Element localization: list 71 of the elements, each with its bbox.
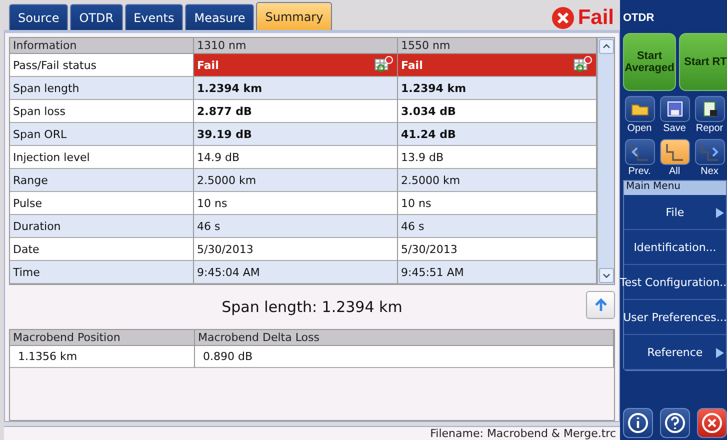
table-cell: 46 s <box>398 215 597 238</box>
start-button[interactable]: Start Averaged <box>623 33 676 91</box>
close-icon <box>701 412 723 434</box>
table-cell: Span length <box>10 77 194 100</box>
tab[interactable]: Measure <box>185 4 254 30</box>
table-cell: 2.877 dB <box>194 100 398 123</box>
table-cell: 0.890 dB <box>195 346 614 368</box>
table-cell: 2.5000 km <box>194 169 398 192</box>
span-length-heading: Span length: 1.2394 km <box>222 298 402 316</box>
table-cell: Fail <box>398 54 597 77</box>
close-button[interactable] <box>697 408 727 438</box>
info-icon <box>627 412 649 434</box>
table-cell: Duration <box>10 215 194 238</box>
up-arrow-icon <box>594 298 608 312</box>
table-cell: Time <box>10 261 194 284</box>
table-cell: Injection level <box>10 146 194 169</box>
help-button[interactable] <box>660 408 690 438</box>
report-icon <box>702 101 718 117</box>
scroll-up-icon[interactable] <box>599 39 614 54</box>
tab[interactable]: Summary <box>256 2 332 30</box>
scrollbar[interactable] <box>597 38 614 284</box>
help-icon <box>664 412 686 434</box>
column-header: Information <box>10 38 194 54</box>
column-header: 1550 nm <box>398 38 597 54</box>
table-cell: Range <box>10 169 194 192</box>
table-cell: 9:45:04 AM <box>194 261 398 284</box>
table-cell: 10 ns <box>398 192 597 215</box>
column-header: Macrobend Delta Loss <box>195 330 614 346</box>
table-cell: Pulse <box>10 192 194 215</box>
table-cell: 1.1356 km <box>10 346 195 368</box>
triangle-right-icon <box>716 348 724 358</box>
folder-icon <box>630 102 648 116</box>
menu-title: Main Menu <box>624 181 726 195</box>
table-cell: 1.2394 km <box>194 77 398 100</box>
start-button[interactable]: Start RT <box>679 33 727 91</box>
table-cell: Fail <box>194 54 398 77</box>
up-arrow-button[interactable] <box>586 291 615 319</box>
table-cell: 46 s <box>194 215 398 238</box>
table-cell: 14.9 dB <box>194 146 398 169</box>
menu-item[interactable]: User Preferences... <box>624 300 726 335</box>
panel-title: OTDR <box>623 11 656 26</box>
tab[interactable]: Events <box>124 4 184 30</box>
table-cell: 13.9 dB <box>398 146 597 169</box>
table-cell: 5/30/2013 <box>398 238 597 261</box>
tab[interactable]: OTDR <box>70 4 123 30</box>
menu-item[interactable]: Reference <box>624 335 726 370</box>
table-cell: Span ORL <box>10 123 194 146</box>
fail-icon <box>550 6 575 30</box>
table-cell: 1.2394 km <box>398 77 597 100</box>
column-header: Macrobend Position <box>10 330 195 346</box>
info-button[interactable] <box>623 408 653 438</box>
table-cell: 5/30/2013 <box>194 238 398 261</box>
scroll-down-icon[interactable] <box>599 268 614 283</box>
table-cell: 2.5000 km <box>398 169 597 192</box>
menu-item[interactable]: Identification... <box>624 230 726 265</box>
table-search-icon[interactable] <box>573 56 593 74</box>
filename-label: Filename: Macrobend & Merge.trc <box>4 426 620 440</box>
table-cell: 9:45:51 AM <box>398 261 597 284</box>
table-cell: 41.24 dB <box>398 123 597 146</box>
table-cell: Date <box>10 238 194 261</box>
table-cell: 3.034 dB <box>398 100 597 123</box>
table-search-icon[interactable] <box>374 56 394 74</box>
menu-item[interactable]: File <box>624 195 726 230</box>
column-header: 1310 nm <box>194 38 398 54</box>
tab[interactable]: Source <box>9 4 68 30</box>
table-cell: Pass/Fail status <box>10 54 194 77</box>
table-cell: 39.19 dB <box>194 123 398 146</box>
table-cell: Span loss <box>10 100 194 123</box>
verdict-label: Fail <box>578 6 614 30</box>
table-cell: 10 ns <box>194 192 398 215</box>
triangle-right-icon <box>716 208 724 218</box>
